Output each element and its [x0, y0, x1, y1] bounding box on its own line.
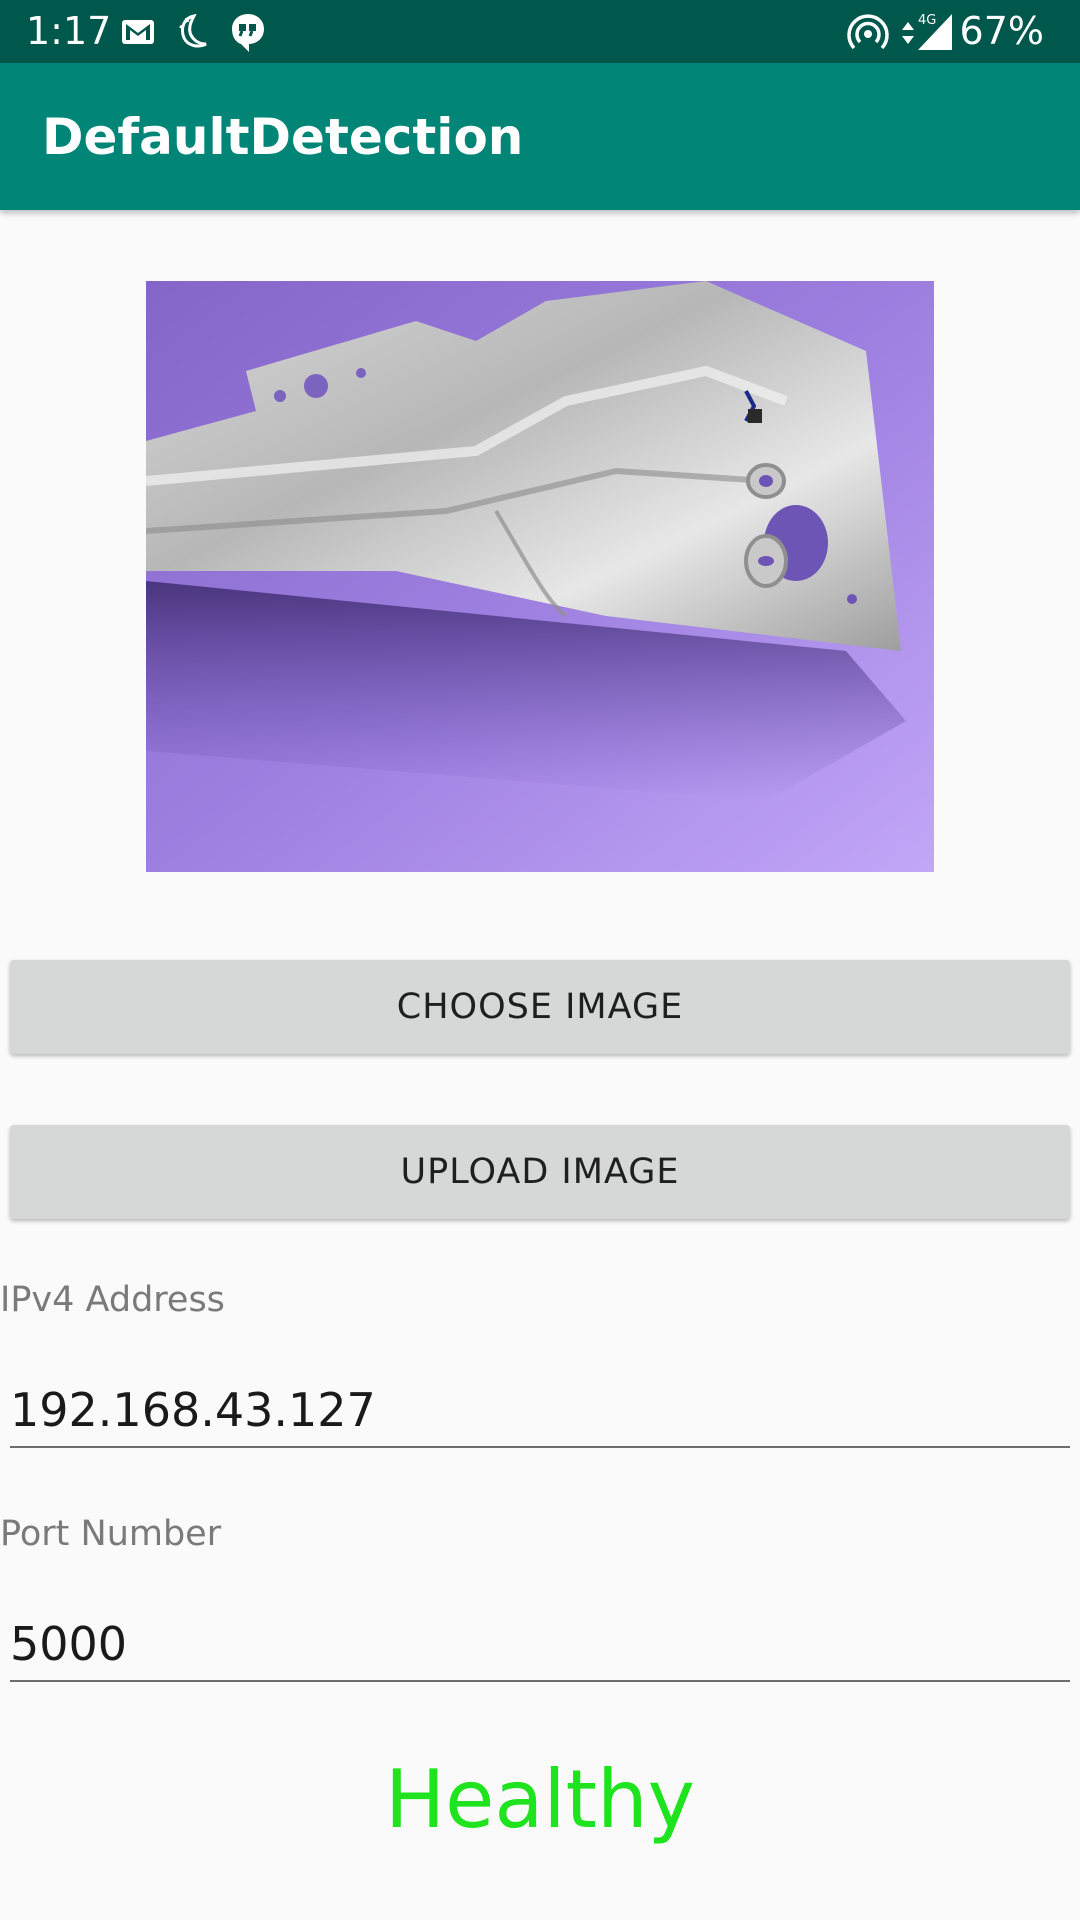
image-preview — [146, 281, 934, 872]
port-number-field[interactable]: 5000 — [10, 1610, 1070, 1682]
status-time: 1:17 — [26, 9, 112, 53]
app-screen: 1:17 4G 67% DefaultDetection CHOOSE IMAG… — [0, 0, 1080, 1920]
hotspot-icon — [846, 10, 890, 54]
signal-icon: 4G — [916, 10, 960, 54]
ipv4-address-label: IPv4 Address — [0, 1280, 225, 1320]
app-title: DefaultDetection — [42, 108, 524, 166]
metal-part-photo — [146, 281, 934, 872]
port-number-value: 5000 — [10, 1617, 128, 1671]
battery-percent: 67% — [959, 9, 1044, 53]
svg-text:4G: 4G — [918, 13, 936, 28]
ipv4-address-field[interactable]: 192.168.43.127 — [10, 1376, 1070, 1448]
upload-image-button[interactable]: UPLOAD IMAGE — [10, 1125, 1070, 1219]
quote-bubble-icon — [228, 10, 272, 54]
choose-image-button[interactable]: CHOOSE IMAGE — [10, 960, 1070, 1054]
moon-icon — [172, 10, 216, 54]
ipv4-address-value: 192.168.43.127 — [10, 1383, 376, 1437]
detection-result: Healthy — [384, 1753, 696, 1846]
port-number-label: Port Number — [0, 1514, 222, 1554]
app-bar: DefaultDetection — [0, 63, 1080, 210]
status-bar: 1:17 4G 67% — [0, 0, 1080, 63]
gmail-icon — [120, 10, 164, 54]
